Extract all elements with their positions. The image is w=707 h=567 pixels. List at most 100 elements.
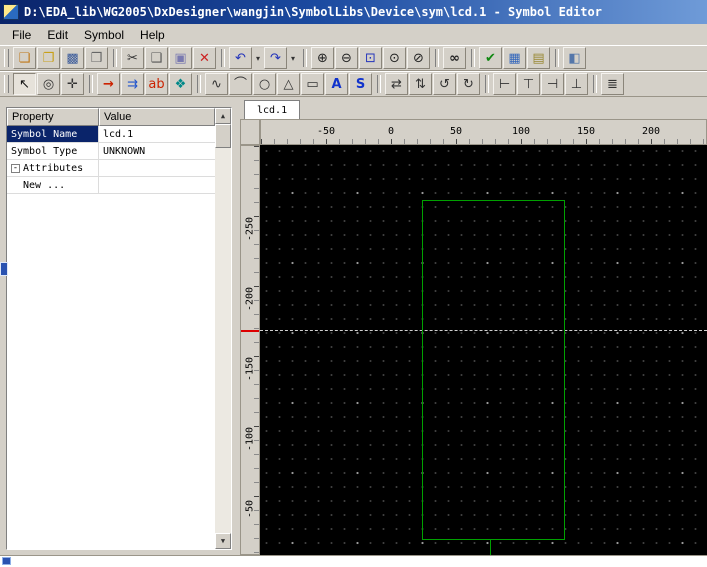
toolbar-draw-buttons: ↖ ◎ ✛ → ⇉ ab ❖ ∿ ⌒ ○ △ ▭ A S ⇄ ⇅ ↺ ↻ ⊢ ⊤ ⊣ ⊥ ≣ (13, 73, 625, 95)
attribute-editor-button[interactable]: ▤ (527, 47, 550, 69)
flip-vertical-button[interactable]: ⇅ (409, 73, 432, 95)
paste-icon: ▣ (174, 50, 187, 66)
zoom-in-button[interactable]: ⊕ (311, 47, 334, 69)
scroll-up-button[interactable]: ▲ (215, 108, 231, 124)
new-symbol-button[interactable]: ❏ (13, 47, 36, 69)
symbol-body-rectangle[interactable] (422, 200, 565, 540)
align-top-button[interactable]: ⊤ (517, 73, 540, 95)
property-name-cell[interactable]: New ... (7, 177, 99, 193)
toolbar-grip[interactable] (4, 49, 9, 67)
align-left-button[interactable]: ⊢ (493, 73, 516, 95)
menu-help[interactable]: Help (132, 26, 173, 44)
grid-toggle-button[interactable]: ▦ (503, 47, 526, 69)
app-icon (3, 4, 19, 20)
symbol-pin-stub[interactable] (490, 540, 491, 555)
check-symbol-button[interactable]: ✔ (479, 47, 502, 69)
zoom-out-button[interactable]: ⊖ (335, 47, 358, 69)
zoom-previous-button[interactable]: ⊘ (407, 47, 430, 69)
delete-button[interactable]: ✕ (193, 47, 216, 69)
rotate-left-button[interactable]: ↺ (433, 73, 456, 95)
grid-toggle-icon: ▦ (508, 50, 521, 66)
attribute-editor-icon: ▤ (532, 50, 545, 66)
document-tab[interactable]: lcd.1 (244, 100, 301, 120)
circle-tool-button[interactable]: ○ (253, 73, 276, 95)
property-name-cell[interactable]: Symbol Name (7, 126, 99, 142)
scrollbar-thumb[interactable] (215, 124, 231, 148)
zoom-tool-button[interactable]: ◎ (37, 73, 60, 95)
rectangle-tool-button[interactable]: ▭ (301, 73, 324, 95)
align-bottom-button[interactable]: ⊥ (565, 73, 588, 95)
paste-button[interactable]: ▣ (169, 47, 192, 69)
toolbar-grip[interactable] (4, 75, 9, 93)
zoom-full-icon: ⊙ (389, 50, 400, 66)
title-bar[interactable]: D:\EDA_lib\WG2005\DxDesigner\wangjin\Sym… (0, 0, 707, 24)
zoom-full-button[interactable]: ⊙ (383, 47, 406, 69)
status-bar (0, 555, 707, 567)
add-pin-button[interactable]: → (97, 73, 120, 95)
toolbar-main-buttons: ❏ ❐ ▩ ❒ ✂ ❑ ▣ ✕ ↶ ▾ ↷ ▾ ⊕ ⊖ ⊡ ⊙ ⊘ ∞ ✔ ▦ ▤ ◧ (13, 47, 587, 69)
zoom-tool-icon: ◎ (42, 76, 55, 92)
scrollbar-track[interactable] (215, 124, 231, 533)
toolbar-separator (89, 75, 93, 93)
polygon-tool-button[interactable]: △ (277, 73, 300, 95)
property-panel-scrollbar[interactable]: ▲ ▼ (215, 108, 231, 549)
print-icon: ❒ (90, 50, 103, 66)
print-button[interactable]: ❒ (85, 47, 108, 69)
cut-icon: ✂ (127, 50, 138, 66)
property-row[interactable]: New ... (7, 177, 215, 194)
menu-file[interactable]: File (4, 26, 39, 44)
hruler-label: 50 (449, 126, 463, 137)
select-tool-icon: ↖ (19, 76, 30, 92)
undo-dropdown[interactable]: ▾ (253, 47, 263, 69)
arc-tool-button[interactable]: ⌒ (229, 73, 252, 95)
copy-button[interactable]: ❑ (145, 47, 168, 69)
options-dialog-icon: ◧ (568, 50, 581, 66)
save-button[interactable]: ▩ (61, 47, 84, 69)
redo-icon: ↷ (270, 50, 281, 66)
property-rows: Symbol Name lcd.1 Symbol Type UNKNOWN - Attri… (7, 126, 215, 549)
pin-name-button[interactable]: ab (145, 73, 168, 95)
signal-tool-button[interactable]: S (349, 73, 372, 95)
select-tool-button[interactable]: ↖ (13, 73, 36, 95)
zoom-previous-icon: ⊘ (413, 50, 424, 66)
zoom-window-button[interactable]: ⊡ (359, 47, 382, 69)
collapse-box[interactable]: - (11, 163, 20, 173)
menu-edit[interactable]: Edit (39, 26, 76, 44)
spline-tool-button[interactable]: ∿ (205, 73, 228, 95)
property-value-cell[interactable] (99, 177, 215, 193)
cut-button[interactable]: ✂ (121, 47, 144, 69)
flip-horizontal-button[interactable]: ⇄ (385, 73, 408, 95)
canvas[interactable] (260, 145, 707, 555)
status-app-icon (2, 557, 11, 565)
menu-symbol[interactable]: Symbol (76, 26, 132, 44)
property-value-cell[interactable]: lcd.1 (99, 126, 215, 142)
distribute-button[interactable]: ≣ (601, 73, 624, 95)
undo-button[interactable]: ↶ (229, 47, 252, 69)
redo-dropdown[interactable]: ▾ (288, 47, 298, 69)
hruler-label: -50 (316, 126, 336, 137)
property-row[interactable]: Symbol Type UNKNOWN (7, 143, 215, 160)
redo-button[interactable]: ↷ (264, 47, 287, 69)
scroll-down-button[interactable]: ▼ (215, 533, 231, 549)
pin-attributes-button[interactable]: ❖ (169, 73, 192, 95)
find-button[interactable]: ∞ (443, 47, 466, 69)
options-dialog-button[interactable]: ◧ (563, 47, 586, 69)
property-row[interactable]: Symbol Name lcd.1 (7, 126, 215, 143)
hruler-ticks (261, 139, 706, 144)
property-name-cell[interactable]: Symbol Type (7, 143, 99, 159)
align-right-icon: ⊣ (546, 76, 559, 92)
property-row[interactable]: - Attributes (7, 160, 215, 177)
value-column-header[interactable]: Value (99, 108, 215, 126)
pan-tool-button[interactable]: ✛ (61, 73, 84, 95)
text-tool-button[interactable]: A (325, 73, 348, 95)
property-value-cell[interactable] (99, 160, 215, 176)
property-name-cell[interactable]: - Attributes (7, 160, 99, 176)
property-value-cell[interactable]: UNKNOWN (99, 143, 215, 159)
property-column-header[interactable]: Property (7, 108, 99, 126)
open-button[interactable]: ❐ (37, 47, 60, 69)
docked-window-icon[interactable] (0, 262, 8, 276)
hruler-label: 0 (387, 126, 395, 137)
add-pin-array-button[interactable]: ⇉ (121, 73, 144, 95)
rotate-right-button[interactable]: ↻ (457, 73, 480, 95)
align-right-button[interactable]: ⊣ (541, 73, 564, 95)
